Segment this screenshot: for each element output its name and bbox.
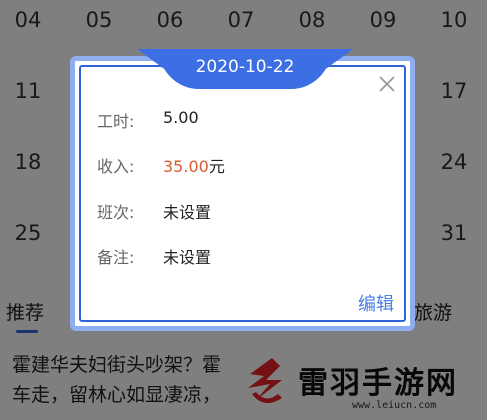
field-label: 工时: [97,112,135,131]
dialog-frame [79,65,406,322]
close-icon[interactable] [378,75,396,93]
note-value: 未设置 [163,248,212,267]
income-unit: 元 [208,157,225,176]
dialog-date: 2020-10-22 [195,57,295,77]
income-value: 35.00元 [163,153,225,177]
income-amount: 35.00 [163,157,209,176]
field-label: 班次: [97,203,135,222]
shift-value: 未设置 [163,203,212,222]
day-detail-dialog: 2020-10-22 工时: 5.00 收入: 35.00元 班次: 未设置 备… [70,49,415,331]
field-label: 收入: [97,157,135,176]
dialog-date-header: 2020-10-22 [159,49,331,89]
hours-value: 5.00 [163,108,199,127]
edit-button[interactable]: 编辑 [358,290,394,316]
field-label: 备注: [97,248,135,267]
